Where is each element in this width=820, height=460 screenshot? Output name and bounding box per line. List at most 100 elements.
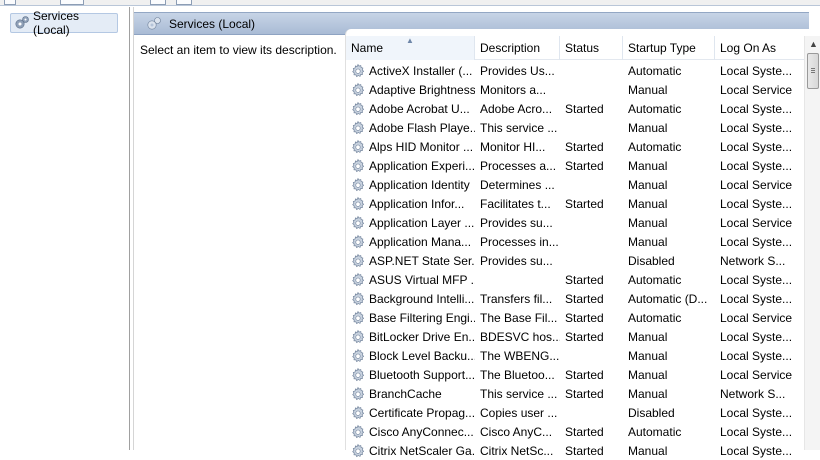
vertical-scrollbar[interactable]: ▲ (804, 36, 820, 450)
tree-item-services-local[interactable]: Services (Local) (10, 9, 118, 37)
column-header-label: Status (565, 41, 600, 55)
service-name: Adobe Acrobat U... (346, 101, 475, 117)
gear-icon (350, 253, 366, 269)
service-name-text: BitLocker Drive En... (369, 329, 475, 344)
column-header-name[interactable]: ▲ Name (346, 36, 475, 60)
table-row[interactable]: Alps HID Monitor ... Monitor HI... Started… (346, 137, 810, 156)
service-log-on-as: Local Syste... (720, 196, 793, 211)
service-description: Provides su... (480, 215, 553, 230)
service-log-on-as: Local Syste... (720, 405, 793, 420)
column-header-label: Startup Type (628, 41, 696, 55)
table-row[interactable]: Block Level Backu... The WBENG... Manual Lo… (346, 346, 810, 365)
column-header-status[interactable]: Status (560, 36, 623, 60)
service-status: Started (565, 139, 604, 154)
service-log-on-as: Local Service (720, 215, 793, 230)
table-row[interactable]: Base Filtering Engi... The Base Fil... Sta… (346, 308, 810, 327)
service-name-text: Adaptive Brightness (369, 82, 475, 97)
table-row[interactable]: Adobe Flash Playe... This service ... Manu… (346, 118, 810, 137)
service-name-text: Adobe Acrobat U... (369, 101, 470, 116)
services-list[interactable]: ▲ Name Description Status Startup Type L… (345, 29, 820, 458)
services-pane: Services (Local) Select an item to view … (133, 7, 820, 458)
service-description: This service ... (480, 386, 558, 401)
service-description: Cisco AnyC... (480, 424, 553, 439)
service-name-text: Alps HID Monitor ... (369, 139, 474, 154)
service-rows: ActiveX Installer (... Provides Us... Auto… (346, 61, 810, 460)
service-log-on-as: Local Syste... (720, 424, 793, 439)
service-startup-type: Manual (628, 234, 668, 249)
service-name-text: Application Layer ... (369, 215, 475, 230)
service-startup-type: Manual (628, 82, 668, 97)
scrollbar-thumb[interactable] (807, 53, 819, 89)
table-row[interactable]: BranchCache This service ... Started Manual… (346, 384, 810, 403)
table-row[interactable]: Background Intelli... Transfers fil... Sta… (346, 289, 810, 308)
table-row[interactable]: Adobe Acrobat U... Adobe Acro... Started Au… (346, 99, 810, 118)
service-log-on-as: Local Syste... (720, 348, 793, 363)
gear-icon (350, 158, 366, 174)
table-row[interactable]: Application Infor... Facilitates t... Star… (346, 194, 810, 213)
service-log-on-as: Local Service (720, 177, 793, 192)
gear-icon (14, 15, 30, 34)
service-startup-type: Automatic (628, 424, 682, 439)
service-description: Determines ... (480, 177, 555, 192)
service-status: Started (565, 367, 604, 382)
service-name: Adaptive Brightness (346, 82, 475, 98)
service-name-text: Cisco AnyConnec... (369, 424, 474, 439)
column-header-description[interactable]: Description (475, 36, 560, 60)
column-header-startup-type[interactable]: Startup Type (623, 36, 715, 60)
service-description: This service ... (480, 120, 558, 135)
properties-button[interactable] (150, 0, 166, 5)
table-row[interactable]: Application Identity Determines ... Manual… (346, 175, 810, 194)
service-description: The Base Fil... (480, 310, 558, 325)
table-row[interactable]: ASUS Virtual MFP ... Started Automatic Loca… (346, 270, 810, 289)
service-startup-type: Automatic (628, 63, 682, 78)
service-startup-type: Automatic (D... (628, 291, 708, 306)
service-startup-type: Manual (628, 215, 668, 230)
service-startup-type: Manual (628, 120, 668, 135)
service-status: Started (565, 272, 604, 287)
table-row[interactable]: Cisco AnyConnec... Cisco AnyC... Started Au… (346, 422, 810, 441)
service-startup-type: Disabled (628, 253, 675, 268)
service-log-on-as: Local Syste... (720, 443, 793, 458)
table-row[interactable]: Application Experi... Processes a... Start… (346, 156, 810, 175)
column-headers: ▲ Name Description Status Startup Type L… (346, 36, 810, 60)
service-startup-type: Manual (628, 367, 668, 382)
table-row[interactable]: Application Layer ... Provides su... Manua… (346, 213, 810, 232)
table-row[interactable]: Adaptive Brightness Monitors a... Manual Lo… (346, 80, 810, 99)
gear-icon (350, 177, 366, 193)
table-row[interactable]: Citrix NetScaler Ga... Citrix NetSc... Sta… (346, 441, 810, 460)
service-description: Provides Us... (480, 63, 555, 78)
gear-icon (350, 348, 366, 364)
table-row[interactable]: Bluetooth Support... The Bluetoo... Starte… (346, 365, 810, 384)
service-startup-type: Automatic (628, 139, 682, 154)
service-description: Processes a... (480, 158, 557, 173)
back-button[interactable] (4, 0, 16, 5)
service-name-text: Bluetooth Support... (369, 367, 475, 382)
gear-icon (350, 101, 366, 117)
gear-icon (350, 139, 366, 155)
gear-icon (350, 196, 366, 212)
table-row[interactable]: ActiveX Installer (... Provides Us... Auto… (346, 61, 810, 80)
service-log-on-as: Network S... (720, 253, 786, 268)
service-startup-type: Disabled (628, 405, 675, 420)
show-hide-tree-button[interactable] (60, 0, 84, 5)
scroll-up-arrow-icon[interactable]: ▲ (805, 36, 820, 53)
sort-ascending-icon: ▲ (406, 36, 414, 45)
service-description: Adobe Acro... (480, 101, 553, 116)
service-status: Started (565, 386, 604, 401)
table-row[interactable]: ASP.NET State Ser... Provides su... Disabl… (346, 251, 810, 270)
service-log-on-as: Local Service (720, 310, 793, 325)
table-row[interactable]: Certificate Propag... Copies user ... Disa… (346, 403, 810, 422)
service-name-text: Application Mana... (369, 234, 472, 249)
help-button[interactable] (176, 0, 192, 5)
service-name: ASUS Virtual MFP ... (346, 272, 475, 288)
service-name: Application Experi... (346, 158, 475, 174)
service-name: Alps HID Monitor ... (346, 139, 475, 155)
service-startup-type: Automatic (628, 101, 682, 116)
table-row[interactable]: BitLocker Drive En... BDESVC hos... Starte… (346, 327, 810, 346)
table-row[interactable]: Application Mana... Processes in... Manual… (346, 232, 810, 251)
service-status: Started (565, 291, 604, 306)
service-name: Background Intelli... (346, 291, 475, 307)
column-header-log-on-as[interactable]: Log On As (715, 36, 810, 60)
service-name-text: Application Infor... (369, 196, 465, 211)
service-name-text: Application Identity (369, 177, 470, 192)
